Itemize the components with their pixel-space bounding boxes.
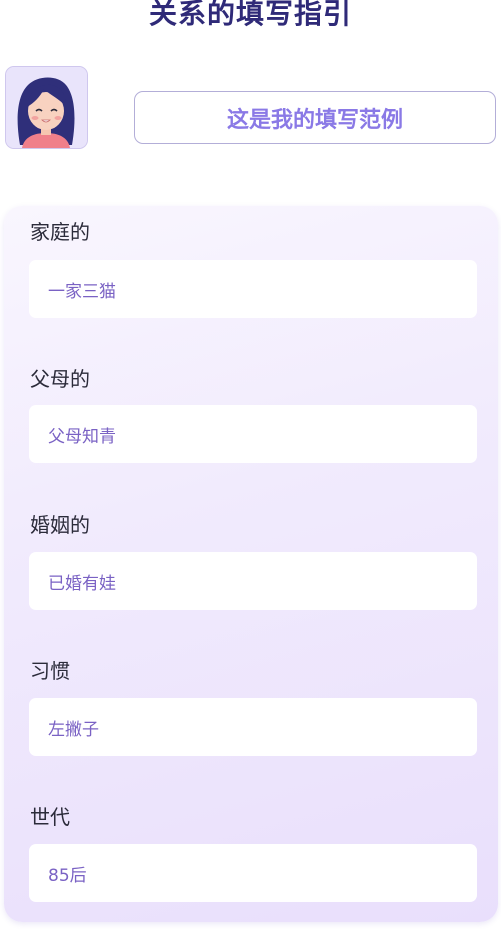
girl-avatar-icon — [6, 67, 87, 148]
section-label-parents: 父母的 — [30, 367, 90, 391]
field-family[interactable]: 一家三猫 — [29, 260, 477, 318]
example-button[interactable]: 这是我的填写范例 — [134, 91, 496, 144]
section-label-habit: 习惯 — [30, 659, 70, 683]
section-label-marriage: 婚姻的 — [30, 513, 90, 537]
field-marriage[interactable]: 已婚有娃 — [29, 552, 477, 610]
page: 关系的填写指引 这是我的填写范例 家庭的 一家三猫 父母的 父母知青 婚姻的 已… — [0, 0, 501, 929]
section-label-generation: 世代 — [30, 805, 70, 829]
avatar — [5, 66, 88, 149]
field-parents[interactable]: 父母知青 — [29, 405, 477, 463]
field-generation[interactable]: 85后 — [29, 844, 477, 902]
field-habit[interactable]: 左撇子 — [29, 698, 477, 756]
page-title: 关系的填写指引 — [148, 0, 352, 30]
section-label-family: 家庭的 — [30, 220, 90, 244]
